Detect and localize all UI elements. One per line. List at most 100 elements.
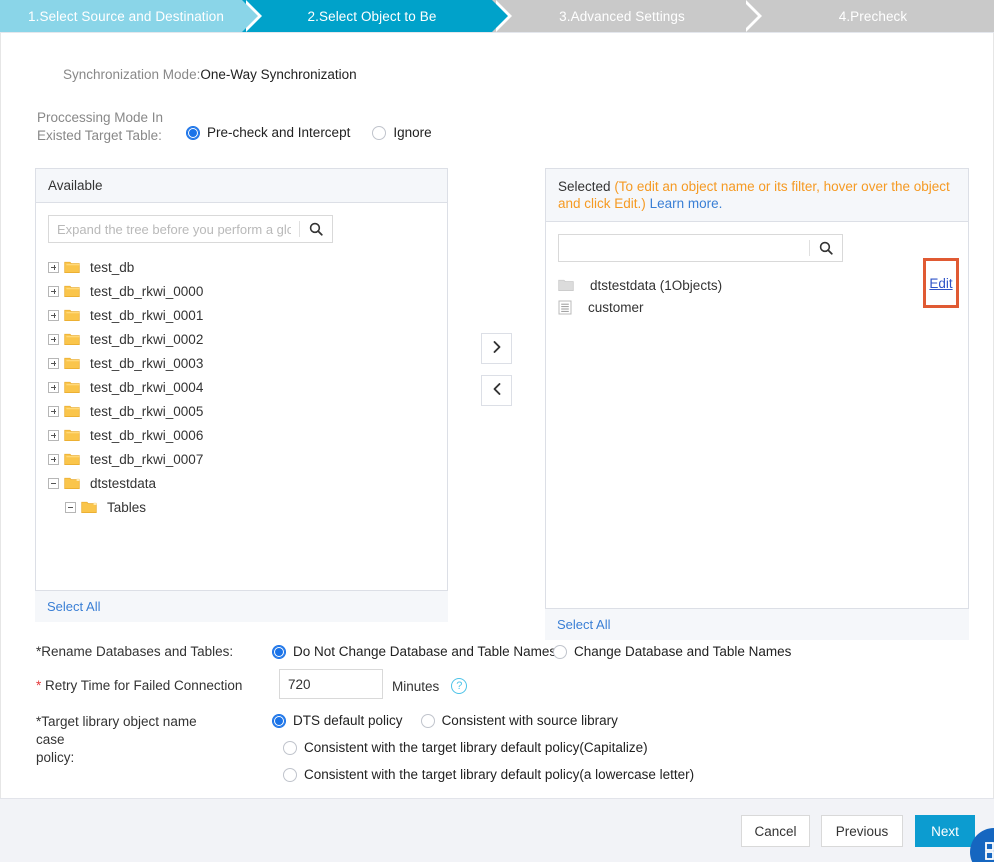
radio-target-lowercase[interactable]: Consistent with the target library defau… <box>283 767 694 782</box>
radio-ignore-dot <box>372 125 387 140</box>
step-2[interactable]: 2.Select Object to Be <box>242 0 512 32</box>
tree-node[interactable]: Tables <box>48 495 447 519</box>
processing-mode-label-line1: Proccessing Mode In <box>37 110 164 125</box>
edit-object-link[interactable]: Edit <box>929 276 952 291</box>
footer-bar: Cancel Previous Next <box>0 798 994 862</box>
rename-option-2[interactable]: Change Database and Table Names <box>553 644 791 659</box>
radio-dts-default-policy-dot <box>272 713 286 728</box>
selected-list-item[interactable]: dtstestdata (1Objects) <box>558 274 968 296</box>
selected-panel-body: dtstestdata (1Objects) customer <box>546 234 968 617</box>
expand-icon[interactable] <box>48 357 59 369</box>
selected-search-input[interactable] <box>559 235 809 261</box>
rename-option-1[interactable]: Do Not Change Database and Table Names <box>272 644 556 659</box>
tree-node-label: test_db_rkwi_0003 <box>90 355 204 371</box>
rename-label: *Rename Databases and Tables: <box>36 644 233 659</box>
expand-icon[interactable] <box>48 309 59 321</box>
radio-dts-default-policy[interactable]: DTS default policy <box>272 713 403 728</box>
folder-icon <box>64 452 85 466</box>
learn-more-link[interactable]: Learn more. <box>650 196 723 211</box>
retry-unit-label: Minutes <box>392 678 440 694</box>
expand-icon[interactable] <box>48 285 59 297</box>
wizard-steps: 1.Select Source and Destination 2.Select… <box>0 0 994 32</box>
available-panel-body: test_db test_db_rkwi_0000 test_db_rkwi_000… <box>36 215 447 595</box>
tree-node[interactable]: test_db_rkwi_0007 <box>48 447 447 471</box>
selected-panel-header: Selected (To edit an object name or its … <box>546 169 968 222</box>
expand-icon[interactable] <box>48 381 59 393</box>
selected-panel: Selected (To edit an object name or its … <box>545 168 969 640</box>
case-policy-label-line2: policy: <box>36 750 75 765</box>
step-4[interactable]: 4.Precheck <box>742 0 994 32</box>
radio-consistent-source-dot <box>420 713 435 728</box>
radio-target-capitalize-dot <box>283 740 297 755</box>
previous-button[interactable]: Previous <box>821 815 903 847</box>
available-select-all[interactable]: Select All <box>47 599 100 614</box>
radio-change-names[interactable]: Change Database and Table Names <box>553 644 791 659</box>
expand-icon[interactable] <box>48 405 59 417</box>
move-to-selected-button[interactable] <box>481 333 512 364</box>
next-button[interactable]: Next <box>915 815 975 847</box>
tree-node[interactable]: test_db <box>48 255 447 279</box>
available-panel-header: Available <box>36 169 447 203</box>
radio-consistent-source[interactable]: Consistent with source library <box>420 713 618 728</box>
radio-ignore[interactable]: Ignore <box>372 125 432 140</box>
folder-icon <box>64 476 85 490</box>
selected-panel-note: (To edit an object name or its filter, h… <box>558 179 950 211</box>
retry-time-input[interactable] <box>279 669 383 699</box>
folder-icon <box>64 356 85 370</box>
case-policy-label: *Target library object name case policy: <box>36 713 206 767</box>
tree-node[interactable]: test_db_rkwi_0004 <box>48 375 447 399</box>
selected-select-all[interactable]: Select All <box>557 617 610 632</box>
folder-icon <box>64 332 85 346</box>
step-3-label: 3.Advanced Settings <box>559 8 685 24</box>
cancel-button[interactable]: Cancel <box>741 815 810 847</box>
radio-target-capitalize-label: Consistent with the target library defau… <box>304 740 648 755</box>
available-search[interactable] <box>48 215 333 243</box>
selected-search[interactable] <box>558 234 843 262</box>
sync-mode-row: Synchronization Mode:One-Way Synchroniza… <box>63 67 357 82</box>
tree-node[interactable]: test_db_rkwi_0001 <box>48 303 447 327</box>
step-2-label: 2.Select Object to Be <box>307 8 437 24</box>
expand-icon[interactable] <box>48 333 59 345</box>
question-icon[interactable]: ? <box>451 678 468 694</box>
collapse-icon[interactable] <box>48 477 59 489</box>
tree-node[interactable]: test_db_rkwi_0003 <box>48 351 447 375</box>
case-policy-label-line1: *Target library object name case <box>36 714 197 747</box>
radio-dts-default-policy-label: DTS default policy <box>293 713 403 728</box>
tree-node-label: Tables <box>107 499 147 515</box>
search-icon[interactable] <box>810 241 842 255</box>
radio-target-lowercase-label: Consistent with the target library defau… <box>304 767 695 782</box>
radio-do-not-change-names-dot <box>272 644 286 659</box>
folder-icon <box>64 428 85 442</box>
tree-node[interactable]: test_db_rkwi_0002 <box>48 327 447 351</box>
available-search-input[interactable] <box>49 216 299 242</box>
tree-node-label: test_db_rkwi_0001 <box>90 307 204 323</box>
step-3[interactable]: 3.Advanced Settings <box>492 0 762 32</box>
search-icon[interactable] <box>300 222 332 236</box>
edit-highlight-box: Edit <box>923 258 959 308</box>
folder-icon <box>64 284 85 298</box>
selected-list-item-label: dtstestdata (1Objects) <box>590 277 723 293</box>
tree-node[interactable]: test_db_rkwi_0006 <box>48 423 447 447</box>
expand-icon[interactable] <box>48 261 59 273</box>
radio-precheck-intercept-dot <box>186 125 200 140</box>
radio-do-not-change-names[interactable]: Do Not Change Database and Table Names <box>272 644 556 659</box>
tree-node[interactable]: test_db_rkwi_0005 <box>48 399 447 423</box>
radio-target-capitalize[interactable]: Consistent with the target library defau… <box>283 740 648 755</box>
move-to-available-button[interactable] <box>481 375 512 406</box>
expand-icon[interactable] <box>48 429 59 441</box>
radio-target-lowercase-dot <box>283 767 297 782</box>
tree-node[interactable]: dtstestdata <box>48 471 447 495</box>
expand-icon[interactable] <box>48 453 59 465</box>
tree-node[interactable]: test_db_rkwi_0000 <box>48 279 447 303</box>
collapse-icon[interactable] <box>65 501 76 513</box>
retry-label: * Retry Time for Failed Connection <box>36 678 242 693</box>
page-root: 1.Select Source and Destination 2.Select… <box>0 0 994 862</box>
selected-panel-title: Selected <box>558 179 611 194</box>
radio-precheck-intercept[interactable]: Pre-check and Intercept <box>186 125 350 140</box>
selected-list-item[interactable]: customer <box>558 296 968 318</box>
rename-label-text: *Rename Databases and Tables: <box>36 644 234 659</box>
radio-precheck-intercept-label: Pre-check and Intercept <box>207 125 351 140</box>
step-1[interactable]: 1.Select Source and Destination <box>0 0 262 32</box>
folder-icon <box>64 404 85 418</box>
folder-icon <box>64 260 85 274</box>
